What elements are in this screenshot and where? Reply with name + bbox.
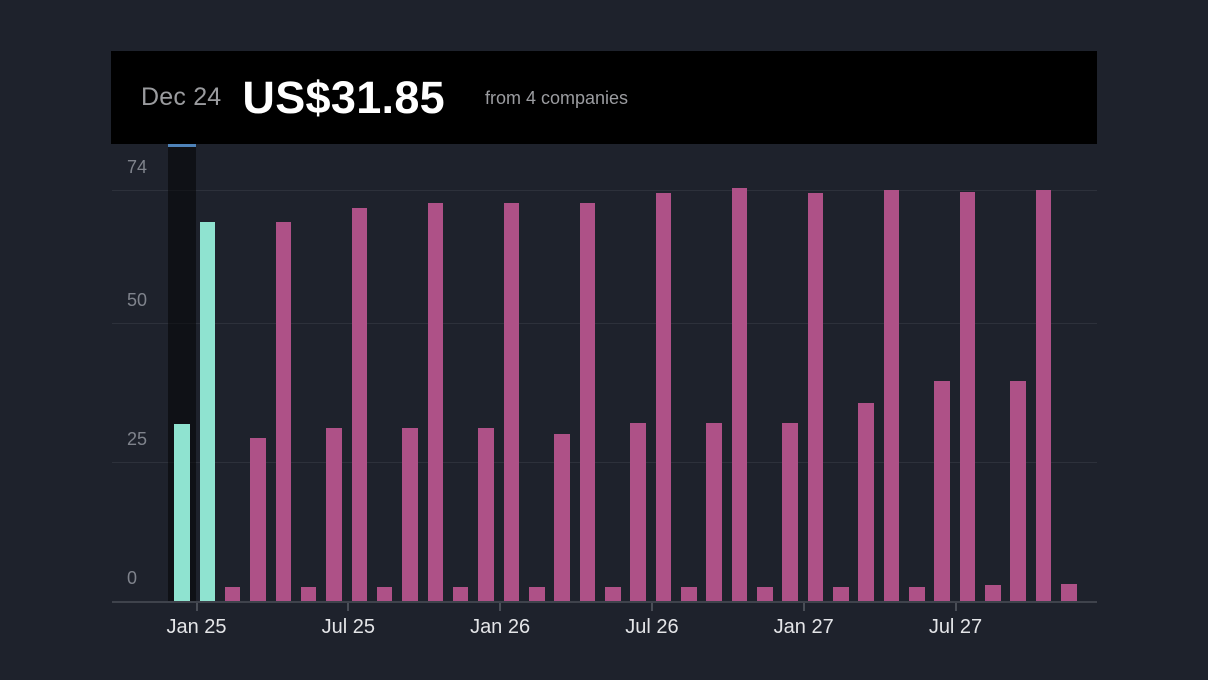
bar-mar-27[interactable] — [858, 403, 874, 601]
bar-sep-25[interactable] — [402, 428, 418, 601]
x-axis-tick-jan-27 — [802, 603, 805, 611]
hover-tooltip: Dec 24 US$31.85 from 4 companies — [111, 51, 1097, 144]
tooltip-value: US$31.85 — [242, 71, 445, 123]
x-axis-tick-jul-27 — [954, 603, 957, 611]
x-axis-label-jan-26: Jan 26 — [470, 616, 531, 638]
bar-feb-27[interactable] — [833, 587, 849, 601]
bar-may-26[interactable] — [605, 587, 621, 601]
bar-jul-27[interactable] — [959, 191, 976, 601]
x-axis-tick-jan-25 — [195, 603, 198, 611]
bar-aug-26[interactable] — [681, 587, 697, 601]
bar-jul-26[interactable] — [655, 192, 672, 601]
chart-screen: 74 50 25 0 Jan 25 Jul 25 Jan 26 Jul 26 Jan 27 Jul… — [0, 0, 1208, 680]
gridline-74 — [112, 190, 1097, 191]
x-axis-label-jul-27: Jul 27 — [928, 616, 983, 638]
bar-apr-26[interactable] — [579, 203, 596, 601]
bar-jan-26[interactable] — [503, 203, 520, 601]
bar-aug-27[interactable] — [985, 585, 1001, 601]
bar-dec-26[interactable] — [782, 422, 798, 601]
tooltip-date: Dec 24 — [141, 83, 222, 111]
x-axis-label-jan-25: Jan 25 — [166, 616, 227, 638]
bar-jan-27[interactable] — [807, 192, 824, 601]
bar-nov-26[interactable] — [757, 587, 773, 601]
bar-feb-26[interactable] — [529, 587, 545, 601]
x-axis-label-jul-26: Jul 26 — [625, 616, 679, 638]
x-axis-line — [112, 601, 1097, 603]
x-axis-label-jan-27: Jan 27 — [773, 616, 834, 638]
bar-oct-25[interactable] — [427, 203, 444, 601]
bar-nov-25[interactable] — [452, 587, 469, 601]
bar-dec-24[interactable] — [174, 424, 190, 601]
bar-nov-27[interactable] — [1061, 583, 1077, 601]
bar-may-27[interactable] — [909, 586, 925, 601]
gridline-50 — [112, 323, 1097, 325]
bar-oct-26[interactable] — [731, 188, 748, 601]
bar-jun-26[interactable] — [630, 422, 646, 601]
bar-jan-25[interactable] — [199, 222, 215, 601]
bar-jun-25[interactable] — [326, 428, 342, 601]
bar-mar-25[interactable] — [250, 438, 266, 601]
bar-apr-25[interactable] — [275, 222, 292, 601]
bar-feb-25[interactable] — [224, 587, 241, 601]
x-axis-tick-jul-26 — [650, 603, 653, 611]
x-axis-tick-jul-25 — [347, 603, 350, 611]
bar-mar-26[interactable] — [554, 433, 570, 601]
bar-oct-27[interactable] — [1035, 190, 1052, 601]
bar-jun-27[interactable] — [934, 380, 950, 601]
bar-sep-27[interactable] — [1010, 381, 1026, 601]
bar-may-25[interactable] — [300, 587, 317, 601]
bar-sep-26[interactable] — [706, 423, 722, 601]
bar-jul-25[interactable] — [351, 207, 368, 601]
tooltip-source: from 4 companies — [484, 88, 629, 108]
bar-dec-25[interactable] — [478, 428, 494, 601]
hover-indicator-cap — [167, 144, 197, 147]
x-axis-tick-jan-26 — [499, 603, 502, 611]
x-axis-label-jul-25: Jul 25 — [321, 616, 375, 638]
bar-aug-25[interactable] — [376, 587, 393, 601]
bar-apr-27[interactable] — [883, 190, 900, 601]
